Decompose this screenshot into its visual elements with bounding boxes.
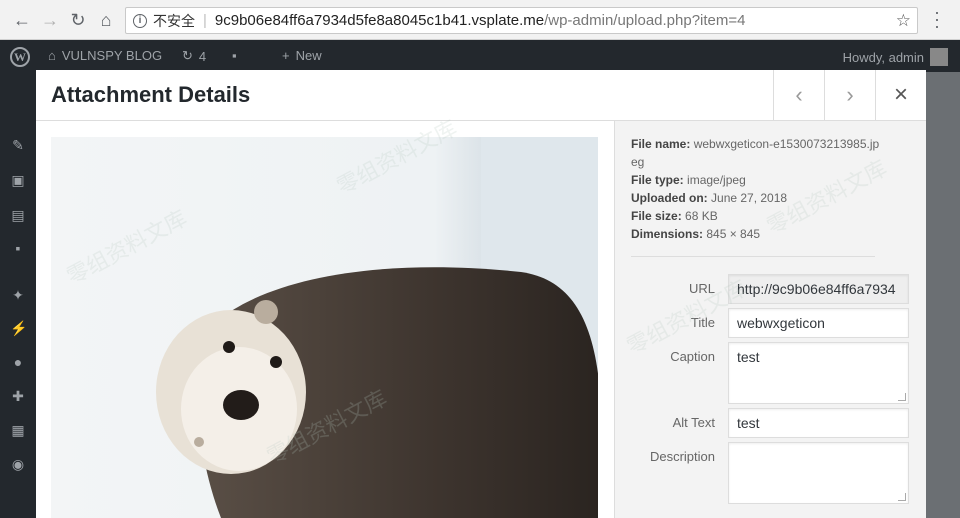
updates-link[interactable]: ↻ 4 xyxy=(182,48,206,64)
file-type-label: File type: xyxy=(631,173,684,187)
dimensions-row: Dimensions: 845 × 845 xyxy=(631,225,881,243)
appearance-icon[interactable]: ✦ xyxy=(10,287,26,303)
meta-divider xyxy=(631,256,875,257)
caption-field[interactable]: test xyxy=(728,342,909,404)
next-button[interactable]: › xyxy=(824,70,875,120)
url-host: 9c9b06e84ff6a7934d5fe8a8045c1b41.vsplate… xyxy=(214,12,545,29)
otter-illustration xyxy=(156,137,598,518)
admin-menu: ✎ ▣ ▤ ▪ ✦ ⚡ ● ✚ ▦ ◉ xyxy=(0,72,36,518)
home-icon: ⌂ xyxy=(48,48,56,63)
url-separator: | xyxy=(203,12,207,29)
file-type-value: image/jpeg xyxy=(687,173,746,187)
file-size-row: File size: 68 KB xyxy=(631,207,881,225)
resize-grip-icon[interactable] xyxy=(898,393,906,401)
file-size-value: 68 KB xyxy=(685,209,718,223)
wp-admin-bar: W ⌂ VULNSPY BLOG ↻ 4 ▪ + New Howdy, admi… xyxy=(0,40,960,72)
attachment-image xyxy=(51,137,598,518)
comment-icon: ▪ xyxy=(232,48,237,63)
uploaded-value: June 27, 2018 xyxy=(711,191,788,205)
reload-icon[interactable]: ↻ xyxy=(66,8,90,32)
howdy-label: Howdy, admin xyxy=(842,49,924,65)
plugins-icon[interactable]: ⚡ xyxy=(10,320,27,336)
modal-header: Attachment Details ‹ › × xyxy=(36,70,926,121)
dimensions-value: 845 × 845 xyxy=(706,227,761,241)
attachment-details-modal: Attachment Details ‹ › × File name: webw… xyxy=(36,70,926,518)
browser-toolbar: ← → ↻ ⌂ i 不安全 | 9c9b06e84ff6a7934d5fe8a8… xyxy=(0,0,960,40)
uploaded-label: Uploaded on: xyxy=(631,191,708,205)
alt-text-label: Alt Text xyxy=(672,415,715,430)
site-name-link[interactable]: ⌂ VULNSPY BLOG xyxy=(48,48,162,63)
updates-count: 4 xyxy=(198,48,207,64)
description-label: Description xyxy=(649,449,715,464)
address-bar[interactable]: i 不安全 | 9c9b06e84ff6a7934d5fe8a8045c1b41… xyxy=(125,7,918,34)
tools-icon[interactable]: ✚ xyxy=(10,388,26,404)
media-icon[interactable]: ▣ xyxy=(10,172,26,188)
file-meta: File name: webwxgeticon-e1530073213985.j… xyxy=(631,135,881,243)
insecure-label: 不安全 xyxy=(153,12,195,29)
file-name-row: File name: webwxgeticon-e1530073213985.j… xyxy=(631,135,881,171)
title-label: Title xyxy=(690,315,715,330)
uploaded-row: Uploaded on: June 27, 2018 xyxy=(631,189,881,207)
url-label: URL xyxy=(688,281,715,296)
updates-icon: ↻ xyxy=(182,48,193,63)
url-path: /wp-admin/upload.php?item=4 xyxy=(544,12,746,29)
forward-arrow-icon[interactable]: → xyxy=(38,8,62,32)
file-size-label: File size: xyxy=(631,209,682,223)
info-icon[interactable]: i xyxy=(133,13,147,28)
resize-grip-icon[interactable] xyxy=(898,493,906,501)
new-label: New xyxy=(295,48,322,63)
collapse-icon[interactable]: ◉ xyxy=(10,456,26,472)
new-content-link[interactable]: + New xyxy=(282,48,322,63)
avatar xyxy=(930,48,948,66)
modal-title: Attachment Details xyxy=(51,82,251,107)
site-name: VULNSPY BLOG xyxy=(61,48,163,63)
account-menu[interactable]: Howdy, admin xyxy=(843,48,948,66)
attachment-info-pane: File name: webwxgeticon-e1530073213985.j… xyxy=(614,121,926,518)
close-button[interactable]: × xyxy=(875,70,926,120)
comments-icon[interactable]: ▪ xyxy=(10,240,26,256)
file-name-label: File name: xyxy=(631,137,691,151)
home-icon[interactable]: ⌂ xyxy=(94,8,118,32)
caption-label: Caption xyxy=(670,349,715,364)
caption-value: test xyxy=(737,349,760,365)
pages-icon[interactable]: ▤ xyxy=(10,207,26,223)
alt-text-field[interactable]: test xyxy=(728,408,909,438)
media-pane xyxy=(36,121,614,518)
bookmark-star-icon[interactable]: ☆ xyxy=(896,11,911,31)
browser-menu-icon[interactable]: · · · xyxy=(930,3,944,35)
comments-link[interactable]: ▪ xyxy=(232,48,237,63)
back-arrow-icon[interactable]: ← xyxy=(10,8,34,32)
pin-icon[interactable]: ✎ xyxy=(10,137,26,153)
settings-icon[interactable]: ▦ xyxy=(10,422,26,438)
url-field[interactable]: http://9c9b06e84ff6a7934 xyxy=(728,274,909,304)
users-icon[interactable]: ● xyxy=(10,354,26,370)
previous-button[interactable]: ‹ xyxy=(773,70,824,120)
dimensions-label: Dimensions: xyxy=(631,227,704,241)
title-field[interactable]: webwxgeticon xyxy=(728,308,909,338)
plus-icon: + xyxy=(282,48,290,63)
file-type-row: File type: image/jpeg xyxy=(631,171,881,189)
wordpress-logo-icon[interactable]: W xyxy=(10,47,30,67)
description-field[interactable] xyxy=(728,442,909,504)
